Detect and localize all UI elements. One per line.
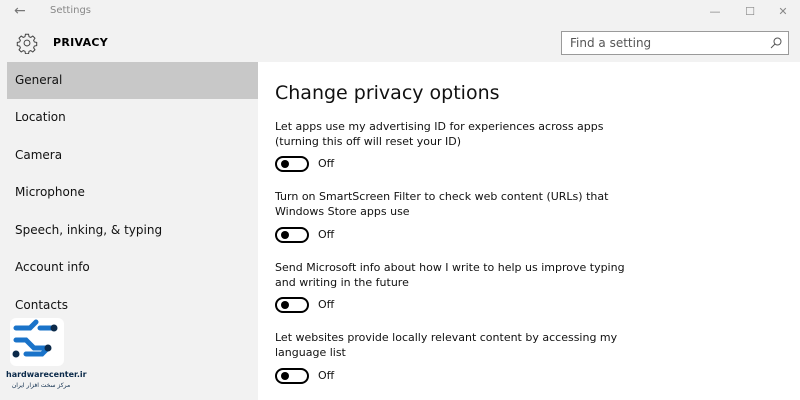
minimize-button[interactable]: — <box>700 3 730 21</box>
option-typing-info: Send Microsoft info about how I write to… <box>275 260 635 313</box>
toggle-knob <box>281 301 289 309</box>
toggle-knob <box>281 160 289 168</box>
hardwarecenter-logo: hardwarecenter.ir مرکز سخت افزار ایران <box>6 314 87 396</box>
toggle-knob <box>281 372 289 380</box>
language-list-toggle[interactable] <box>275 368 309 384</box>
option-description: Turn on SmartScreen Filter to check web … <box>275 190 609 218</box>
option-description: Send Microsoft info about how I write to… <box>275 261 625 289</box>
gear-icon <box>16 33 38 54</box>
window-titlebar: ← Settings — ☐ ✕ <box>0 0 800 24</box>
search-input[interactable] <box>562 32 762 54</box>
toggle-state-label: Off <box>318 157 335 170</box>
page-section-title: PRIVACY <box>53 36 109 49</box>
smartscreen-toggle[interactable] <box>275 227 309 243</box>
sidebar-item-account-info[interactable]: Account info <box>0 249 258 286</box>
search-box[interactable] <box>561 31 789 55</box>
toggle-state-label: Off <box>318 228 335 241</box>
maximize-button[interactable]: ☐ <box>735 3 765 21</box>
sidebar-item-microphone[interactable]: Microphone <box>0 174 258 211</box>
back-arrow-icon[interactable]: ← <box>14 2 26 20</box>
option-language-list: Let websites provide locally relevant co… <box>275 330 635 384</box>
typing-info-toggle[interactable] <box>275 297 309 313</box>
toggle-state-label: Off <box>318 369 335 382</box>
logo-name: hardwarecenter.ir <box>6 370 87 379</box>
toggle-state-label: Off <box>318 298 335 311</box>
logo-icon <box>10 318 64 366</box>
search-icon[interactable] <box>768 35 784 51</box>
sidebar-item-camera[interactable]: Camera <box>0 137 258 174</box>
sidebar-item-general[interactable]: General <box>7 62 258 99</box>
page-title: Change privacy options <box>275 82 500 104</box>
settings-header: PRIVACY <box>0 24 800 62</box>
sidebar-item-location[interactable]: Location <box>0 99 258 136</box>
sidebar-item-speech-inking-typing[interactable]: Speech, inking, & typing <box>0 212 258 249</box>
advertising-id-toggle[interactable] <box>275 156 309 172</box>
logo-subtitle: مرکز سخت افزار ایران <box>11 382 71 389</box>
toggle-knob <box>281 231 289 239</box>
option-description: Let websites provide locally relevant co… <box>275 331 618 359</box>
option-smartscreen-filter: Turn on SmartScreen Filter to check web … <box>275 189 635 243</box>
option-advertising-id: Let apps use my advertising ID for exper… <box>275 119 635 172</box>
option-description: Let apps use my advertising ID for exper… <box>275 120 604 148</box>
close-button[interactable]: ✕ <box>768 3 798 21</box>
window-title: Settings <box>50 5 92 16</box>
main-content: Change privacy options Let apps use my a… <box>258 62 800 400</box>
